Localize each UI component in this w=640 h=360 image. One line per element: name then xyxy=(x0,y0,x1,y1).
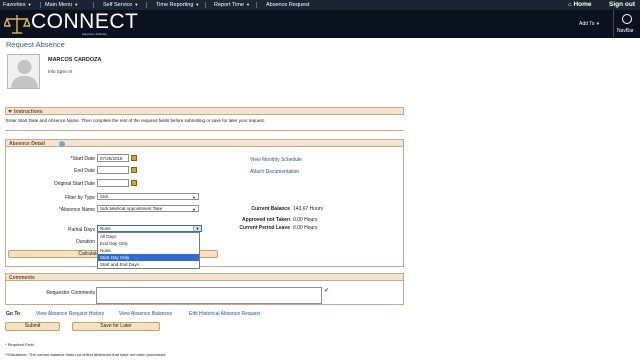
filter-type-value: Sick xyxy=(100,194,109,199)
menu-favorites[interactable]: Favorites ▼ xyxy=(3,2,32,8)
divider xyxy=(5,130,404,131)
start-date-input[interactable]: 07/26/2018 xyxy=(97,154,129,162)
employee-job-title: Info Spec IX xyxy=(48,69,73,74)
chevron-down-icon: ▼ xyxy=(192,195,196,200)
partial-days-select[interactable]: None ▼ xyxy=(97,225,202,232)
avatar xyxy=(7,54,40,89)
menu-main[interactable]: Main Menu ▼ xyxy=(45,2,78,8)
home-label: Home xyxy=(573,1,592,8)
instructions-title: Instructions xyxy=(14,109,43,115)
goto-label: Go To xyxy=(6,311,21,317)
absence-detail-header: Absence Detail xyxy=(5,139,404,147)
absence-name-label: *Absence Name xyxy=(58,207,95,213)
add-to-menu[interactable]: Add To ▼ xyxy=(579,21,600,27)
calendar-icon[interactable] xyxy=(131,155,137,161)
partial-days-dropdown: All Days End Day Only None Start Day Onl… xyxy=(97,232,200,269)
nav-divider xyxy=(205,2,206,8)
employee-name: MARCOS CARDOZA xyxy=(48,57,102,63)
current-period-leave-label: Current Period Leave xyxy=(239,225,290,231)
partial-days-value: None xyxy=(100,226,111,231)
dropdown-option[interactable]: None xyxy=(98,247,199,254)
menu-report-time-label: Report Time xyxy=(214,2,244,8)
menu-self-service-label: Self Service xyxy=(103,2,133,8)
menu-favorites-label: Favorites xyxy=(3,2,26,8)
logo-subtitle: Maryland Judiciary xyxy=(82,32,108,36)
nav-divider xyxy=(93,2,94,8)
chevron-down-icon: ▼ xyxy=(74,2,79,7)
menu-time-reporting-label: Time Reporting xyxy=(156,2,194,8)
scales-icon xyxy=(2,15,32,34)
current-balance-value: 143.67 Hours xyxy=(293,206,324,212)
menu-main-label: Main Menu xyxy=(45,2,73,8)
view-monthly-schedule-link[interactable]: View Monthly Schedule xyxy=(250,157,302,163)
view-absence-request-history-link[interactable]: View Absence Request History xyxy=(36,311,104,317)
required-field-note: * Required Field xyxy=(5,342,34,347)
home-icon: ⌂ xyxy=(568,2,572,8)
chevron-down-icon: ▼ xyxy=(134,2,139,7)
attach-documentation-link[interactable]: Attach Documentation xyxy=(250,169,299,175)
header-band: CONNECT Maryland Judiciary Add To ▼ NavB… xyxy=(0,10,640,38)
disclaimer-note: **Disclaimer: The current balance does n… xyxy=(5,352,167,357)
chevron-down-icon: ▼ xyxy=(192,207,196,212)
end-date-input[interactable] xyxy=(97,166,129,174)
nav-divider xyxy=(256,2,257,8)
edit-historical-absence-request-link[interactable]: Edit Historical Absence Request xyxy=(189,311,260,317)
partial-days-label: Partial Days xyxy=(68,227,95,233)
chevron-down-icon: ▼ xyxy=(195,2,200,7)
original-start-date-label: Original Start Date xyxy=(53,181,95,187)
person-silhouette-icon xyxy=(11,60,38,88)
add-to-label: Add To xyxy=(579,21,595,27)
navbar-button[interactable]: NavBar xyxy=(613,10,640,38)
compass-icon xyxy=(622,14,632,24)
menu-self-service[interactable]: Self Service ▼ xyxy=(103,2,138,8)
duration-label: Duration xyxy=(76,239,95,245)
home-link[interactable]: ⌂ Home xyxy=(568,1,592,8)
logo xyxy=(2,13,32,37)
spellcheck-icon[interactable]: ✔ xyxy=(324,287,329,294)
save-for-later-button[interactable]: Save for Later xyxy=(72,322,160,331)
calendar-icon[interactable] xyxy=(131,180,137,186)
nav-divider xyxy=(146,2,147,8)
calendar-icon[interactable] xyxy=(131,167,137,173)
instructions-text: Enter Start Date and Absence Name. Then … xyxy=(6,118,266,123)
menu-absence-request-label: Absence Request xyxy=(266,2,310,8)
collapse-triangle-icon xyxy=(8,110,12,113)
end-date-label: End Date xyxy=(74,168,95,174)
comments-header: Comments xyxy=(5,273,404,281)
original-start-date-input[interactable] xyxy=(97,179,129,187)
current-period-leave-value: 0.00 Hours xyxy=(293,225,318,231)
absence-name-select[interactable]: Sick Medical Appointment Take ▼ xyxy=(97,205,199,212)
dropdown-option[interactable]: End Day Only xyxy=(98,240,199,247)
approved-not-taken-label: Approved not Taken xyxy=(242,217,290,223)
filter-type-select[interactable]: Sick ▼ xyxy=(97,193,199,200)
filter-type-label: Filter by Type xyxy=(65,195,95,201)
absence-name-value: Sick Medical Appointment Take xyxy=(100,206,163,211)
dropdown-option-highlighted[interactable]: Start Day Only xyxy=(98,254,199,261)
start-date-label: *Start Date xyxy=(70,156,95,162)
approved-not-taken-value: 0.00 Hours xyxy=(293,217,318,223)
requestor-comments-label: Requestor Comments xyxy=(46,290,95,296)
nav-divider xyxy=(40,2,41,8)
requestor-comments-textarea[interactable] xyxy=(96,287,322,304)
submit-button[interactable]: Submit xyxy=(5,322,60,331)
navbar-label: NavBar xyxy=(617,28,634,34)
menu-time-reporting[interactable]: Time Reporting ▼ xyxy=(156,2,199,8)
top-nav-bar: Favorites ▼ Main Menu ▼ Self Service ▼ Time… xyxy=(0,0,640,10)
menu-report-time[interactable]: Report Time ▼ xyxy=(214,2,250,8)
page-title: Request Absence xyxy=(6,40,65,49)
view-absence-balances-link[interactable]: View Absence Balances xyxy=(119,311,172,317)
dropdown-option[interactable]: All Days xyxy=(98,233,199,240)
chevron-down-icon: ▼ xyxy=(595,21,600,26)
dropdown-option[interactable]: Start and End Days xyxy=(98,261,199,268)
current-balance-label: Current Balance xyxy=(251,206,290,212)
chevron-down-icon: ▼ xyxy=(245,2,250,7)
chevron-down-icon: ▼ xyxy=(27,2,32,7)
logo-text: CONNECT xyxy=(31,10,139,33)
menu-absence-request[interactable]: Absence Request xyxy=(266,2,309,8)
instructions-header[interactable]: Instructions xyxy=(5,107,404,115)
signout-link[interactable]: Sign out xyxy=(609,1,635,8)
